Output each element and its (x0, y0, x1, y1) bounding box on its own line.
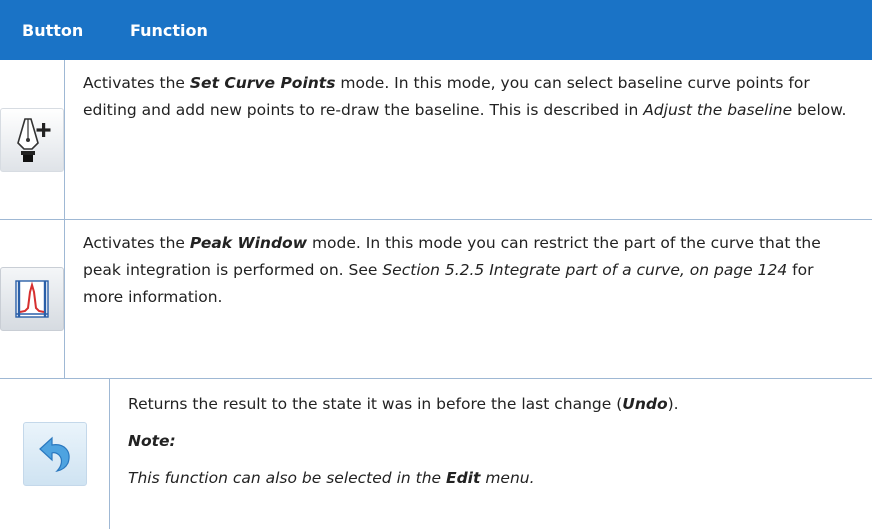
note-label: Note: (128, 432, 176, 450)
function-table: Button Function Activates the Set Curve … (0, 0, 872, 529)
button-cell (0, 220, 65, 378)
button-cell (0, 60, 65, 219)
undo-icon (22, 422, 87, 486)
column-header-function: Function (130, 20, 208, 40)
column-header-button: Button (22, 20, 84, 40)
function-description: Returns the result to the state it was i… (110, 379, 695, 529)
button-cell (0, 379, 110, 529)
function-description: Activates the Set Curve Points mode. In … (83, 74, 847, 119)
table-row: Activates the Set Curve Points mode. In … (0, 60, 872, 220)
table-row: Activates the Peak Window mode. In this … (0, 220, 872, 379)
set-curve-points-icon (0, 107, 64, 172)
peak-window-icon (0, 267, 64, 331)
table-row: Returns the result to the state it was i… (0, 379, 872, 529)
table-header: Button Function (0, 0, 872, 60)
note-text: This function can also be selected in th… (128, 469, 535, 487)
function-description: Activates the Peak Window mode. In this … (83, 234, 821, 306)
